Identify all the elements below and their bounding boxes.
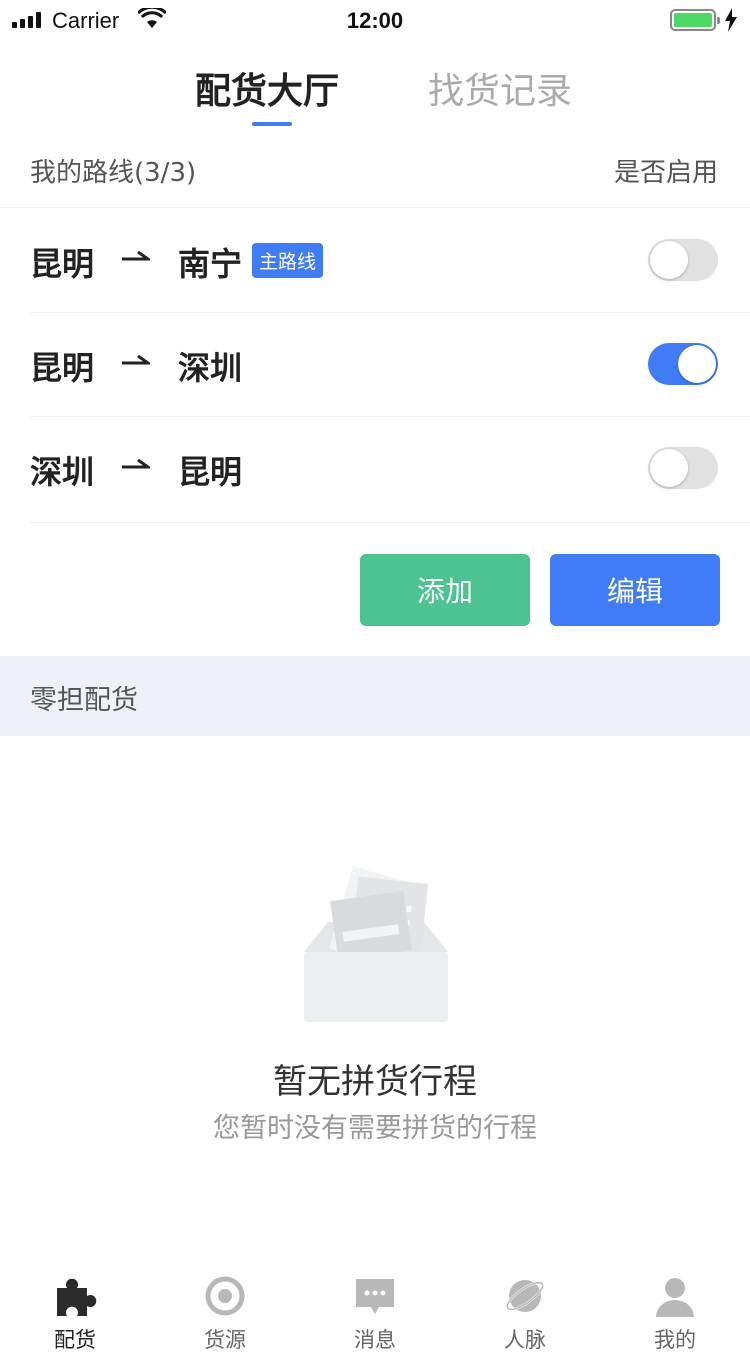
- target-icon: [205, 1276, 245, 1316]
- route-arrow-icon: [122, 250, 150, 261]
- puzzle-icon: [57, 1278, 97, 1316]
- nav-dispatch[interactable]: 配货: [0, 1274, 150, 1354]
- route-destination: 深圳: [178, 349, 243, 387]
- route-origin: 深圳: [30, 453, 95, 491]
- edit-route-button[interactable]: 编辑: [550, 554, 720, 626]
- nav-label: 货源: [204, 1328, 246, 1352]
- nav-label: 我的: [654, 1328, 696, 1352]
- main-route-badge: 主路线: [252, 243, 324, 278]
- planet-icon: [506, 1280, 544, 1312]
- active-tab-indicator: [252, 122, 292, 126]
- enable-label: 是否启用: [613, 158, 718, 188]
- tab-search-history[interactable]: 找货记录: [428, 62, 572, 114]
- nav-supply[interactable]: 货源: [150, 1274, 300, 1354]
- empty-state-subtitle: 您暂时没有需要拼货的行程: [213, 1113, 537, 1144]
- status-bar: Carrier 12:00: [0, 0, 750, 44]
- route-enable-toggle[interactable]: [648, 239, 718, 281]
- empty-state-title: 暂无拼货行程: [273, 1062, 477, 1102]
- route-origin: 昆明: [30, 349, 95, 387]
- route-enable-toggle[interactable]: [648, 343, 718, 385]
- empty-box-icon: [304, 865, 448, 1022]
- route-destination: 昆明: [178, 453, 243, 491]
- nav-label: 消息: [354, 1328, 396, 1352]
- message-icon: [356, 1279, 394, 1314]
- charging-icon: [725, 8, 737, 32]
- route-enable-toggle[interactable]: [648, 447, 718, 489]
- route-arrow-icon: [122, 354, 150, 365]
- route-origin: 昆明: [30, 245, 95, 283]
- route-row[interactable]: 昆明 南宁 主路线: [30, 209, 750, 313]
- routes-header: 我的路线(3/3) 是否启用: [0, 130, 750, 208]
- section-header: 零担配货: [0, 656, 750, 736]
- user-icon: [656, 1278, 694, 1317]
- top-tabs: 配货大厅 找货记录: [0, 44, 750, 130]
- nav-messages[interactable]: 消息: [300, 1274, 450, 1354]
- route-row[interactable]: 深圳 昆明: [30, 417, 750, 523]
- tab-dispatch-hall[interactable]: 配货大厅: [195, 62, 339, 114]
- nav-label: 配货: [54, 1328, 96, 1352]
- route-destination: 南宁: [178, 245, 243, 283]
- nav-contacts[interactable]: 人脉: [450, 1274, 600, 1354]
- add-route-button[interactable]: 添加: [360, 554, 530, 626]
- nav-label: 人脉: [504, 1328, 546, 1352]
- nav-profile[interactable]: 我的: [600, 1274, 750, 1354]
- section-title: 零担配货: [30, 685, 138, 716]
- route-row[interactable]: 昆明 深圳: [30, 313, 750, 417]
- route-arrow-icon: [122, 458, 150, 469]
- routes-title: 我的路线(3/3): [30, 158, 197, 188]
- bottom-navigation: 配货 货源 消息 人脉 我的: [0, 1260, 750, 1356]
- status-time: 12:00: [346, 8, 404, 33]
- battery-icon: [670, 9, 720, 31]
